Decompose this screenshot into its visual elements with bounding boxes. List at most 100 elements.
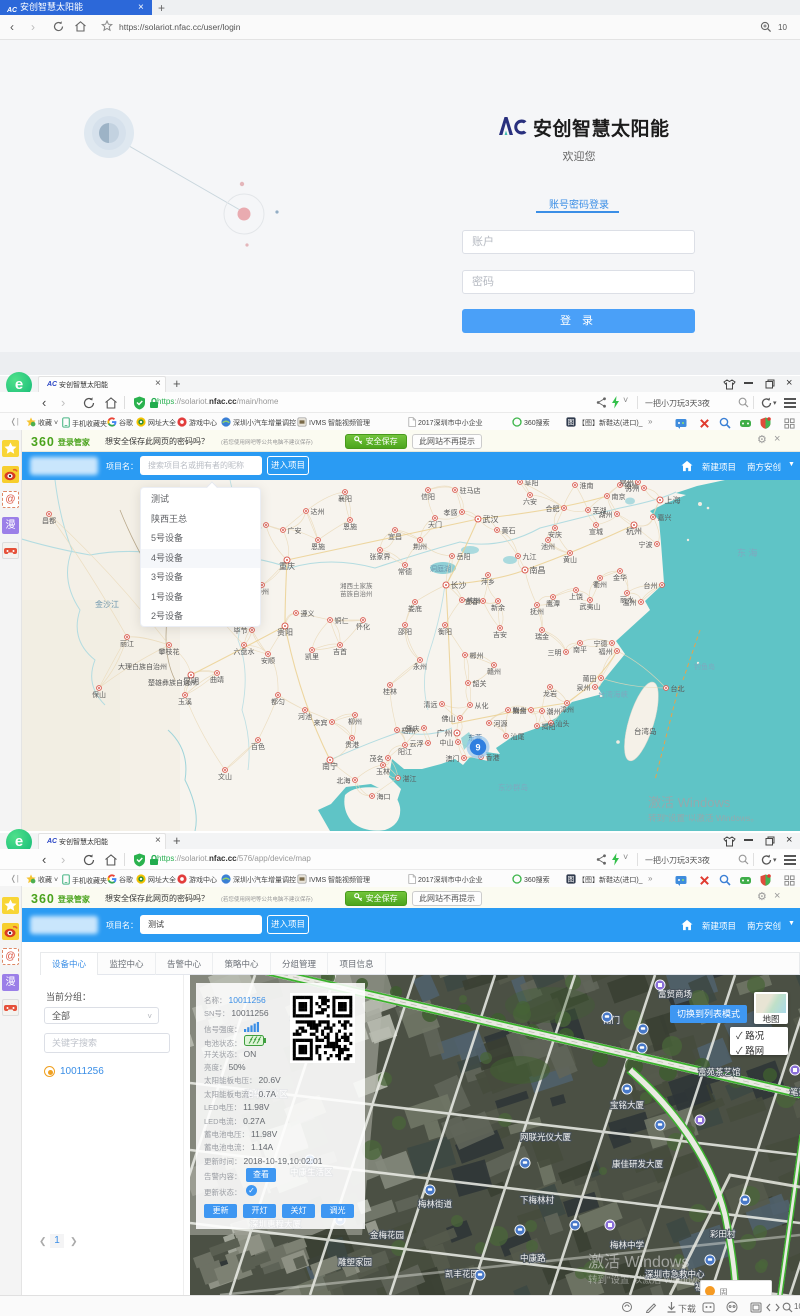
svg-text:广州: 广州 [437,728,453,738]
svg-text:宁德: 宁德 [594,639,608,648]
svg-text:衡阳: 衡阳 [438,627,452,636]
svg-text:台州: 台州 [644,581,658,590]
svg-text:茂名: 茂名 [370,754,384,763]
svg-text:宝铭大厦: 宝铭大厦 [610,1100,645,1110]
svg-text:铜仁: 铜仁 [335,616,349,625]
svg-text:襄阳: 襄阳 [338,494,352,503]
svg-text:桂林: 桂林 [383,687,397,696]
svg-text:南昌: 南昌 [530,565,546,575]
svg-text:赣州: 赣州 [487,667,501,676]
svg-text:武夷山: 武夷山 [580,602,601,611]
svg-text:鹰潭: 鹰潭 [546,599,560,608]
svg-text:富贸商场: 富贸商场 [658,989,692,999]
svg-text:张家界: 张家界 [370,552,391,561]
svg-text:凯里: 凯里 [305,652,319,661]
svg-text:阳江: 阳江 [398,747,412,756]
svg-text:芜湖: 芜湖 [593,506,607,515]
svg-text:保山: 保山 [92,690,106,699]
svg-text:金梅花园: 金梅花园 [370,1230,404,1240]
svg-text:信阳: 信阳 [421,492,435,501]
svg-text:黄山: 黄山 [563,555,577,564]
svg-text:遵义: 遵义 [301,609,315,618]
svg-text:郴州: 郴州 [470,651,484,660]
svg-text:湛江: 湛江 [403,775,417,783]
svg-text:荆州: 荆州 [413,542,427,551]
svg-text:韶关: 韶关 [473,679,487,688]
svg-text:六安: 六安 [523,497,537,506]
svg-text:金华: 金华 [613,573,627,582]
svg-text:上海: 上海 [665,495,681,505]
svg-text:笔架山: 笔架山 [790,1087,800,1097]
svg-text:肇庆: 肇庆 [406,724,420,733]
svg-text:嘉兴: 嘉兴 [658,513,672,522]
svg-text:湘西土家族: 湘西土家族 [340,581,373,590]
svg-text:邵阳: 邵阳 [398,627,412,636]
svg-text:瑞金: 瑞金 [535,632,549,641]
svg-text:安顺: 安顺 [261,656,275,665]
svg-text:中山: 中山 [440,738,454,747]
svg-text:汕尾: 汕尾 [511,732,525,741]
svg-text:贵港: 贵港 [345,740,359,749]
svg-text:百色: 百色 [251,742,265,751]
svg-text:柳州: 柳州 [348,717,362,726]
svg-text:南京: 南京 [612,492,626,501]
svg-text:云浮: 云浮 [410,739,424,748]
svg-text:萍乡: 萍乡 [481,577,495,586]
svg-text:楚雄彝族自治州: 楚雄彝族自治州 [148,678,197,687]
svg-text:台湾岛: 台湾岛 [634,726,657,736]
svg-text:孝感: 孝感 [444,508,458,517]
svg-text:莆田: 莆田 [583,674,597,683]
svg-text:昌都: 昌都 [42,517,56,525]
svg-text:9: 9 [475,743,480,753]
svg-text:转到"设置"以激活 Windows。: 转到"设置"以激活 Windows。 [648,813,759,823]
svg-text:梅林中学: 梅林中学 [610,1240,645,1250]
svg-text:恩施: 恩施 [311,542,325,551]
svg-text:潮州: 潮州 [547,707,561,716]
svg-text:阜阳: 阜阳 [525,480,539,487]
svg-text:驻马店: 驻马店 [460,486,481,495]
svg-text:海口: 海口 [377,792,391,801]
svg-text:吉安: 吉安 [493,630,507,639]
svg-text:抚州: 抚州 [530,607,544,616]
svg-text:玉溪: 玉溪 [178,697,192,706]
svg-text:三明: 三明 [548,649,562,657]
svg-text:台北: 台北 [671,684,685,693]
svg-text:澳门: 澳门 [446,754,460,763]
svg-text:大理白族自治州: 大理白族自治州 [118,662,167,671]
svg-text:下梅林村: 下梅林村 [520,1195,555,1205]
svg-text:长沙: 长沙 [451,580,467,590]
svg-text:安庆: 安庆 [548,530,562,539]
svg-text:娄底: 娄底 [408,604,422,613]
svg-text:梅林街道: 梅林街道 [418,1199,453,1209]
svg-text:东沙群岛: 东沙群岛 [498,782,528,792]
svg-text:武汉: 武汉 [483,514,499,524]
svg-text:激活 Windows: 激活 Windows [588,1253,689,1271]
svg-text:新余: 新余 [491,603,505,612]
svg-text:广安: 广安 [288,526,302,535]
svg-text:图: 图 [568,419,575,427]
svg-text:图: 图 [568,876,575,884]
svg-text:合肥: 合肥 [546,504,560,513]
svg-text:九江: 九江 [523,552,537,561]
svg-text:漳州: 漳州 [560,705,574,714]
svg-text:常德: 常德 [398,567,412,576]
svg-text:常州: 常州 [620,480,634,487]
svg-text:富苑茶艺馆: 富苑茶艺馆 [698,1067,741,1077]
svg-text:池州: 池州 [541,542,555,551]
svg-text:龙岩: 龙岩 [543,689,557,698]
svg-text:恩施: 恩施 [343,522,357,531]
svg-text:激活 Windows: 激活 Windows [648,795,731,810]
svg-text:紫金: 紫金 [513,706,527,715]
svg-text:彩田村: 彩田村 [710,1229,736,1239]
svg-text:贵阳: 贵阳 [277,627,293,637]
svg-text:温州: 温州 [623,598,637,607]
svg-text:黄石: 黄石 [502,526,516,535]
svg-text:北海: 北海 [337,776,351,785]
svg-text:南宁: 南宁 [322,761,338,771]
svg-text:苗族自治州: 苗族自治州 [340,589,373,598]
svg-text:凯丰花园: 凯丰花园 [445,1269,479,1279]
svg-text:毕节: 毕节 [234,626,248,635]
svg-text:河源: 河源 [494,719,508,728]
svg-text:香港: 香港 [486,753,500,762]
svg-text:宜昌: 宜昌 [388,532,402,541]
